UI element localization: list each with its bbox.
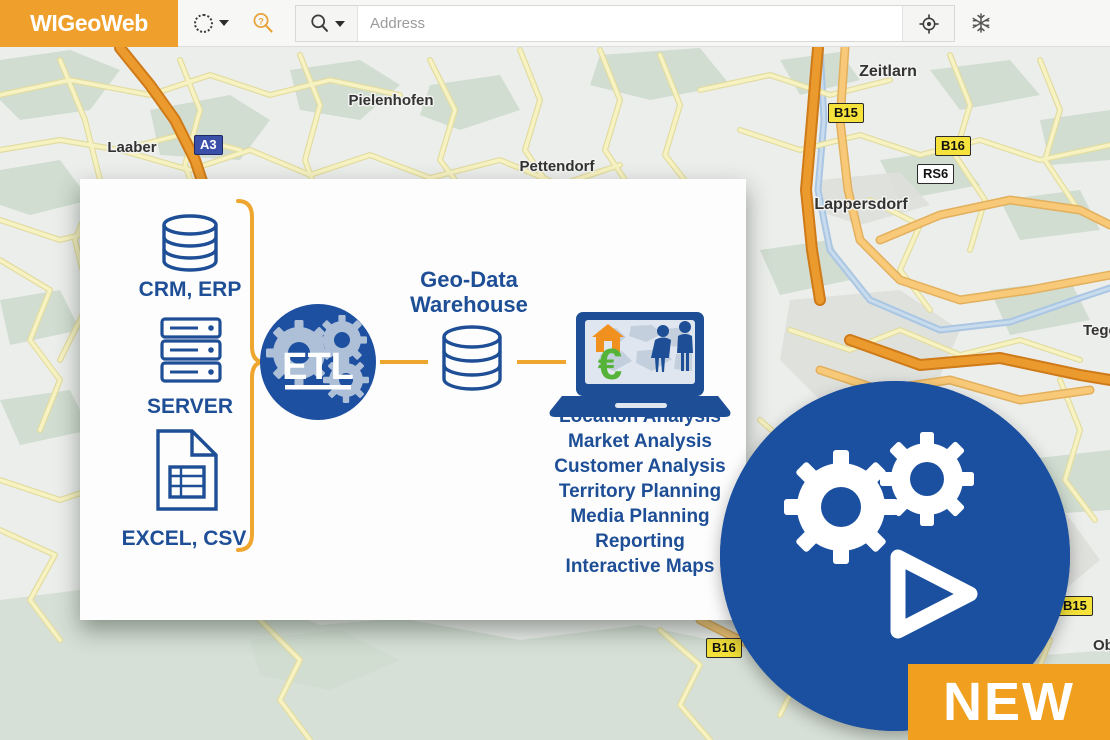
output-item-1: Market Analysis bbox=[568, 431, 712, 452]
chevron-down-icon[interactable] bbox=[334, 20, 345, 27]
source-label-crm-erp: CRM, ERP bbox=[139, 278, 242, 301]
new-badge: NEW bbox=[908, 664, 1110, 740]
address-input[interactable] bbox=[358, 6, 902, 41]
map-shield-b16-n: B16 bbox=[935, 136, 971, 156]
output-item-4: Media Planning bbox=[570, 506, 709, 527]
etl-node: ETL bbox=[260, 304, 376, 420]
svg-text:?: ? bbox=[258, 16, 264, 27]
svg-text:Tegernh: Tegernh bbox=[1083, 322, 1110, 339]
svg-text:Obe: Obe bbox=[1093, 637, 1110, 654]
etl-label: ETL bbox=[282, 346, 354, 388]
chevron-down-icon[interactable] bbox=[219, 20, 229, 26]
diagram-panel: CRM, ERP SERVER EXCEL, CSV ETL Geo-Data … bbox=[80, 179, 746, 620]
svg-text:Laaber: Laaber bbox=[107, 139, 156, 156]
etl-underline bbox=[285, 385, 351, 390]
output-item-2: Customer Analysis bbox=[554, 456, 725, 477]
search-icon bbox=[310, 14, 328, 32]
euro-symbol: € bbox=[598, 340, 622, 389]
app-logo[interactable]: WIGeoWeb bbox=[0, 0, 178, 47]
output-laptop-icon: € bbox=[549, 312, 731, 417]
snowflake-icon bbox=[972, 13, 990, 33]
application-window: Laaber Pielenhofen Pettendorf Zeitlarn L… bbox=[0, 0, 1110, 740]
svg-text:Zeitlarn: Zeitlarn bbox=[859, 63, 917, 80]
map-shield-b15-n: B15 bbox=[828, 103, 864, 123]
new-badge-label: NEW bbox=[943, 672, 1075, 732]
source-label-excel-csv: EXCEL, CSV bbox=[122, 527, 247, 550]
output-item-0: Location Analysis bbox=[559, 406, 721, 427]
source-label-server: SERVER bbox=[147, 395, 233, 418]
output-item-3: Territory Planning bbox=[559, 481, 721, 502]
dotted-circle-icon bbox=[194, 13, 213, 33]
crosshair-target-icon bbox=[918, 13, 939, 34]
query-search-button[interactable]: ? bbox=[237, 0, 283, 47]
svg-text:Lappersdorf: Lappersdorf bbox=[814, 196, 908, 213]
map-shield-a3: A3 bbox=[194, 135, 223, 155]
address-search-box bbox=[295, 5, 955, 42]
warehouse-label-line1: Geo-Data bbox=[420, 267, 519, 292]
locate-button[interactable] bbox=[902, 6, 954, 41]
toolbar: WIGeoWeb ? bbox=[0, 0, 1110, 47]
query-search-icon: ? bbox=[253, 13, 273, 33]
search-mode-button[interactable] bbox=[296, 6, 358, 41]
map-shield-rs6: RS6 bbox=[917, 164, 955, 184]
output-item-6: Interactive Maps bbox=[566, 556, 715, 577]
select-tool-button[interactable] bbox=[178, 0, 237, 47]
output-item-5: Reporting bbox=[595, 531, 685, 552]
snowflake-button[interactable] bbox=[955, 0, 1007, 46]
select-tool-group: ? bbox=[178, 0, 283, 46]
warehouse-label-line2: Warehouse bbox=[410, 292, 528, 317]
svg-text:Pettendorf: Pettendorf bbox=[520, 158, 596, 175]
svg-text:Pielenhofen: Pielenhofen bbox=[348, 92, 433, 109]
